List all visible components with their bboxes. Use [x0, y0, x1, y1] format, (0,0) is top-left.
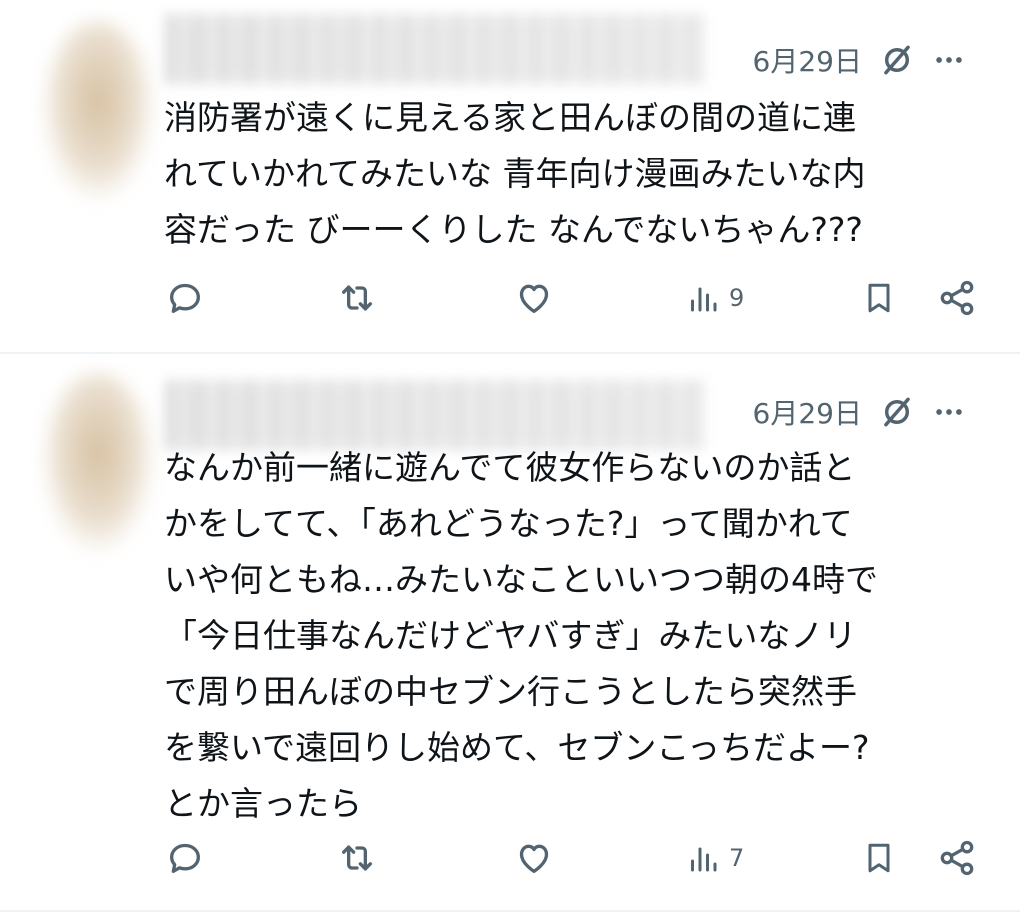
like-icon: [513, 838, 555, 878]
grok-icon[interactable]: [878, 393, 916, 431]
views-icon: [685, 838, 721, 878]
post-actions: 9: [165, 276, 977, 320]
bookmark-icon: [861, 838, 897, 878]
views-count: 7: [729, 844, 745, 872]
post-divider: [0, 910, 1020, 912]
post-date[interactable]: 6月29日: [753, 40, 862, 80]
views-icon: [685, 278, 721, 318]
like-icon: [513, 278, 555, 318]
avatar[interactable]: [42, 20, 154, 200]
post[interactable]: 6月29日 消防署が遠くに見える家と田んぼの間の道に連 れていかれてみたいな 青…: [0, 0, 1020, 352]
reply-icon: [165, 278, 205, 318]
reply-button[interactable]: [165, 276, 205, 320]
views-button[interactable]: 9: [685, 276, 744, 320]
post-text: 消防署が遠くに見える家と田んぼの間の道に連 れていかれてみたいな 青年向け漫画み…: [164, 98, 866, 249]
bookmark-icon: [861, 278, 897, 318]
views-button[interactable]: 7: [685, 836, 744, 880]
reply-icon: [165, 838, 205, 878]
share-button[interactable]: [937, 276, 977, 320]
avatar[interactable]: [42, 372, 154, 552]
repost-icon: [335, 278, 379, 318]
post-actions: 7: [165, 836, 977, 880]
bookmark-button[interactable]: [861, 276, 897, 320]
share-icon: [937, 278, 977, 318]
reply-button[interactable]: [165, 836, 205, 880]
post-date[interactable]: 6月29日: [753, 392, 862, 432]
share-icon: [937, 838, 977, 878]
repost-button[interactable]: [335, 276, 379, 320]
post[interactable]: 6月29日 なんか前一緒に遊んでて彼女作らないのか話と かをしてて、「あれどうな…: [0, 352, 1020, 914]
blurred-username: [165, 14, 705, 84]
bookmark-button[interactable]: [861, 836, 897, 880]
like-button[interactable]: [513, 276, 555, 320]
repost-button[interactable]: [335, 836, 379, 880]
post-meta: 6月29日: [753, 40, 966, 80]
post-text: なんか前一緒に遊んでて彼女作らないのか話と かをしてて、「あれどうなった?」って…: [164, 448, 878, 823]
like-button[interactable]: [513, 836, 555, 880]
share-button[interactable]: [937, 836, 977, 880]
views-count: 9: [729, 284, 745, 312]
grok-icon[interactable]: [878, 41, 916, 79]
more-icon[interactable]: [932, 395, 966, 429]
post-meta: 6月29日: [753, 392, 966, 432]
repost-icon: [335, 838, 379, 878]
more-icon[interactable]: [932, 43, 966, 77]
